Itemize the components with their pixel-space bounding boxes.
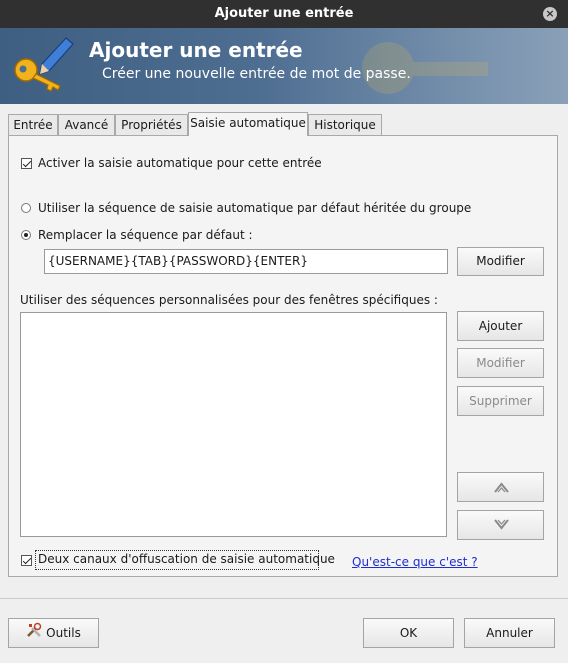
custom-sequences-list[interactable] xyxy=(20,312,447,537)
enable-autotype-label: Activer la saisie automatique pour cette… xyxy=(38,156,322,170)
tools-label: Outils xyxy=(46,626,81,640)
tab-autotype[interactable]: Saisie automatique xyxy=(188,112,308,136)
banner-title: Ajouter une entrée xyxy=(89,38,303,62)
tools-icon xyxy=(26,620,42,648)
header-banner: Ajouter une entrée Créer une nouvelle en… xyxy=(0,28,568,104)
footer-separator xyxy=(0,598,568,599)
inherit-sequence-radio[interactable] xyxy=(21,203,31,213)
close-icon[interactable]: × xyxy=(543,7,557,21)
ok-button[interactable]: OK xyxy=(363,618,454,648)
edit-sequence-button[interactable]: Modifier xyxy=(457,348,544,378)
add-sequence-button[interactable]: Ajouter xyxy=(457,311,544,341)
banner-subtitle: Créer une nouvelle entrée de mot de pass… xyxy=(102,66,411,82)
obfuscation-label: Deux canaux d'offuscation de saisie auto… xyxy=(38,552,335,566)
move-up-button[interactable] xyxy=(457,472,544,502)
sequence-input[interactable]: {USERNAME}{TAB}{PASSWORD}{ENTER} xyxy=(44,249,448,274)
modify-sequence-button[interactable]: Modifier xyxy=(457,247,544,276)
tab-properties[interactable]: Propriétés xyxy=(115,114,188,135)
move-down-button[interactable] xyxy=(457,510,544,540)
override-sequence-radio[interactable] xyxy=(21,230,31,240)
key-pencil-icon xyxy=(14,37,74,92)
custom-sequences-label: Utiliser des séquences personnalisées po… xyxy=(20,293,438,307)
tab-history[interactable]: Historique xyxy=(308,114,382,135)
obfuscation-checkbox[interactable] xyxy=(21,555,32,566)
window-title: Ajouter une entrée xyxy=(214,6,354,21)
override-sequence-label: Remplacer la séquence par défaut : xyxy=(38,228,253,242)
chevron-up-icon xyxy=(494,482,509,493)
help-link[interactable]: Qu'est-ce que c'est ? xyxy=(352,555,478,569)
chevron-down-icon xyxy=(494,519,509,530)
delete-sequence-button[interactable]: Supprimer xyxy=(457,386,544,416)
tab-entry[interactable]: Entrée xyxy=(8,114,58,135)
tools-button[interactable]: Outils xyxy=(8,618,99,648)
inherit-sequence-label: Utiliser la séquence de saisie automatiq… xyxy=(38,201,472,215)
window-titlebar: Ajouter une entrée × xyxy=(0,0,568,28)
tab-advanced[interactable]: Avancé xyxy=(58,114,115,135)
enable-autotype-checkbox[interactable] xyxy=(21,158,32,169)
cancel-button[interactable]: Annuler xyxy=(464,618,555,648)
